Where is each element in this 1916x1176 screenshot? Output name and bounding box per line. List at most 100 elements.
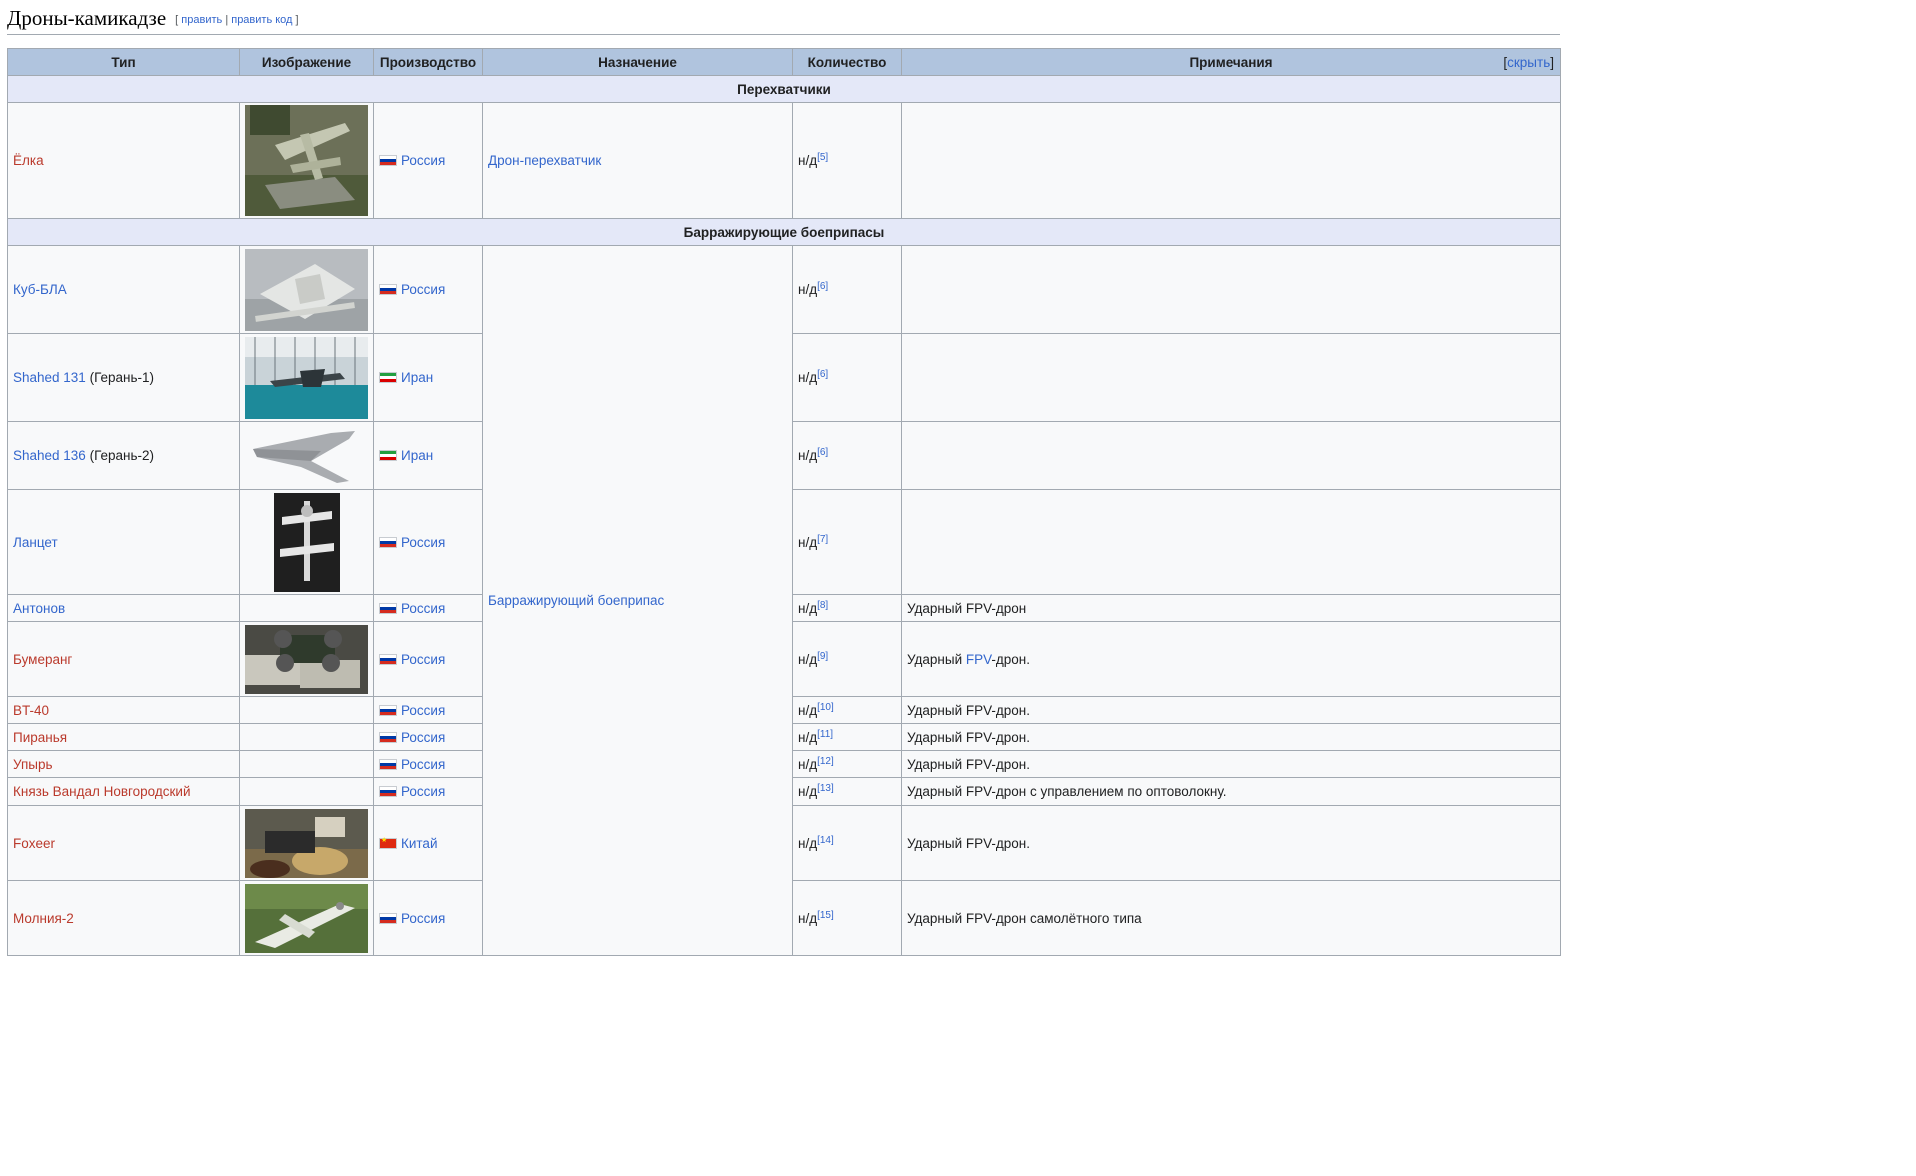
quantity-cell: н/д[7] <box>792 489 902 595</box>
iran-flag-icon <box>379 372 397 383</box>
notes-cell <box>901 333 1561 422</box>
shahed-136-photo[interactable] <box>250 426 363 485</box>
type-link[interactable]: Foxeer <box>13 836 55 851</box>
type-alias: (Герань-1) <box>85 370 154 385</box>
quantity-cell: н/д[8] <box>792 594 902 622</box>
country-cell: Китай <box>373 805 483 881</box>
country-cell: Россия <box>373 102 483 219</box>
type-cell: Упырь <box>7 750 240 778</box>
reference-link[interactable]: [5] <box>817 152 828 163</box>
reference-link[interactable]: [6] <box>817 369 828 380</box>
country-cell: Россия <box>373 723 483 751</box>
country-cell: Россия <box>373 594 483 622</box>
image-cell <box>239 594 374 622</box>
type-link[interactable]: Shahed 131 <box>13 370 86 385</box>
reference-link[interactable]: [11] <box>817 729 833 740</box>
section-edit-links: [ править | править код ] <box>175 14 298 26</box>
russia-flag-icon <box>379 536 397 548</box>
country-link[interactable]: Иран <box>401 448 433 463</box>
country-link[interactable]: Россия <box>401 153 445 168</box>
hide-table-link[interactable]: скрыть <box>1507 55 1550 70</box>
reference-link[interactable]: [13] <box>817 783 834 794</box>
edit-code-link[interactable]: править код <box>231 14 292 26</box>
type-link[interactable]: Молния-2 <box>13 911 74 926</box>
type-link[interactable]: Куб-БЛА <box>13 282 67 297</box>
reference-link[interactable]: [12] <box>817 756 834 767</box>
country-link[interactable]: Россия <box>401 535 445 550</box>
type-link[interactable]: Ланцет <box>13 535 58 550</box>
reference-link[interactable]: [8] <box>817 600 828 611</box>
reference-link[interactable]: [7] <box>817 534 828 545</box>
reference-link[interactable]: [9] <box>817 651 828 662</box>
country-cell: Россия <box>373 621 483 697</box>
type-link[interactable]: Князь Вандал Новгородский <box>13 784 190 799</box>
table-row: Ёлка Россия Дрон-перехватчик н/д[5] <box>7 102 1561 219</box>
type-cell: Бумеранг <box>7 621 240 697</box>
article-section: Дроны-камикадзе [ править | править код ]… <box>0 0 1567 965</box>
country-link[interactable]: Россия <box>401 730 445 745</box>
country-link[interactable]: Россия <box>401 282 445 297</box>
molniya-2-photo[interactable] <box>245 883 368 953</box>
fpv-link[interactable]: FPV <box>966 652 992 667</box>
shahed-131-photo[interactable] <box>245 336 368 419</box>
quantity-value: н/д <box>798 835 818 851</box>
country-link[interactable]: Россия <box>401 652 445 667</box>
type-link[interactable]: Ёлка <box>13 153 44 168</box>
section-title: Дроны-камикадзе <box>7 6 167 30</box>
reference-link[interactable]: [14] <box>817 835 834 846</box>
quantity-cell: н/д[6] <box>792 245 902 334</box>
quantity-value: н/д <box>798 784 818 799</box>
country-link[interactable]: Россия <box>401 601 445 616</box>
country-link[interactable]: Иран <box>401 370 433 385</box>
country-link[interactable]: Россия <box>401 703 445 718</box>
image-cell <box>239 621 374 697</box>
type-link[interactable]: BT-40 <box>13 703 49 718</box>
type-link[interactable]: Пиранья <box>13 730 67 745</box>
type-cell: Антонов <box>7 594 240 622</box>
type-link[interactable]: Бумеранг <box>13 652 72 667</box>
quantity-cell: н/д[10] <box>792 696 902 724</box>
quantity-cell: н/д[6] <box>792 333 902 422</box>
country-cell: Россия <box>373 696 483 724</box>
quantity-cell: н/д[15] <box>792 880 902 956</box>
quantity-value: н/д <box>798 448 818 463</box>
type-cell: Shahed 136 (Герань-2) <box>7 421 240 490</box>
quantity-cell: н/д[11] <box>792 723 902 751</box>
country-link[interactable]: Россия <box>401 911 445 926</box>
country-link[interactable]: Китай <box>401 836 438 851</box>
type-link[interactable]: Антонов <box>13 601 65 616</box>
image-cell <box>239 102 374 219</box>
reference-link[interactable]: [15] <box>817 910 834 921</box>
quantity-cell: н/д[9] <box>792 621 902 697</box>
notes-text: Ударный <box>907 651 966 667</box>
header-production: Производство <box>373 48 483 76</box>
lancet-photo[interactable] <box>273 492 340 592</box>
interceptor-drone-photo[interactable] <box>245 105 368 216</box>
boomerang-photo[interactable] <box>245 624 368 694</box>
purpose-link[interactable]: Дрон-перехватчик <box>488 153 601 168</box>
reference-link[interactable]: [10] <box>817 702 834 713</box>
header-image: Изображение <box>239 48 374 76</box>
iran-flag-icon <box>379 450 397 461</box>
header-notes: Примечания [скрыть] <box>901 48 1561 76</box>
reference-link[interactable]: [6] <box>817 281 828 292</box>
russia-flag-icon <box>379 653 397 665</box>
russia-flag-icon <box>379 912 397 924</box>
group-row-interceptors: Перехватчики <box>7 75 1561 103</box>
edit-link[interactable]: править <box>181 14 222 26</box>
purpose-link[interactable]: Барражирующий боеприпас <box>488 593 664 608</box>
type-link[interactable]: Упырь <box>13 757 53 772</box>
kub-drone-photo[interactable] <box>245 248 368 331</box>
quantity-cell: н/д[6] <box>792 421 902 490</box>
image-cell <box>239 777 374 806</box>
country-link[interactable]: Россия <box>401 757 445 772</box>
notes-cell <box>901 102 1561 219</box>
country-link[interactable]: Россия <box>401 784 445 799</box>
reference-link[interactable]: [6] <box>817 447 828 458</box>
section-heading: Дроны-камикадзе [ править | править код ] <box>7 6 299 31</box>
type-link[interactable]: Shahed 136 <box>13 448 86 463</box>
country-cell: Россия <box>373 750 483 778</box>
foxeer-photo[interactable] <box>245 808 368 878</box>
image-cell <box>239 723 374 751</box>
image-cell <box>239 880 374 956</box>
